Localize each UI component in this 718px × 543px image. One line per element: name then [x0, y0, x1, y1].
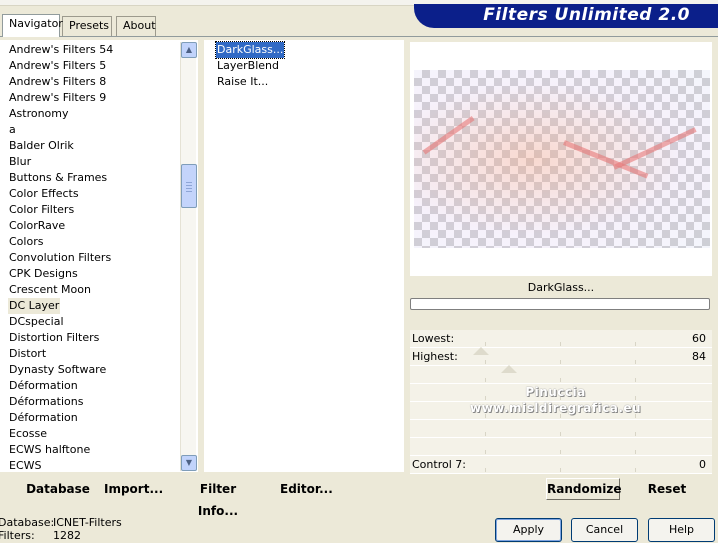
category-item[interactable]: Distortion Filters [8, 330, 100, 346]
watermark-line-2: www.misldiregrafica.eu [470, 401, 642, 415]
selected-filter-label: DarkGlass... [527, 281, 595, 294]
category-item[interactable]: Déformation [8, 410, 79, 426]
filter-item[interactable]: DarkGlass... [214, 41, 286, 59]
status-info: Database:ICNET-Filters Filters: 1282 [0, 516, 122, 542]
category-item[interactable]: DCspecial [8, 314, 65, 330]
slider-row[interactable] [410, 366, 712, 384]
database-value: ICNET-Filters [53, 516, 122, 529]
progress-bar [410, 298, 710, 310]
category-item[interactable]: ECWS [8, 458, 43, 472]
slider-marker[interactable] [501, 365, 517, 373]
filters-count-label: Filters: [0, 529, 35, 542]
filter-settings-area: DarkGlass... Control 7: 0 Highest: 84 Lowest… [406, 40, 712, 502]
watermark-text: Pinuccia www.misldiregrafica.eu [470, 384, 641, 416]
category-item[interactable]: Andrew's Filters 9 [8, 90, 107, 106]
category-scrollbar[interactable]: ▲ ▼ [180, 42, 197, 471]
watermark-line-1: Pinuccia [525, 385, 586, 399]
database-label: Database: [0, 516, 55, 529]
slider-marker[interactable] [473, 347, 489, 355]
cancel-button[interactable]: Cancel [571, 518, 638, 542]
filter-item[interactable]: Raise It... [216, 74, 269, 90]
filter-info-button[interactable]: Filter Info... [182, 478, 254, 518]
randomize-button[interactable]: Randomize [546, 478, 621, 500]
slider-label: Control 7: [412, 458, 466, 471]
filters-count-value: 1282 [53, 529, 81, 542]
category-item[interactable]: Crescent Moon [8, 282, 92, 298]
slider-value: 84 [692, 350, 706, 363]
category-item[interactable]: Color Filters [8, 202, 75, 218]
slider-controls: Control 7: 0 Highest: 84 Lowest: 60 Pinuccia … [410, 330, 712, 474]
category-item[interactable]: Blur [8, 154, 32, 170]
slider-row[interactable] [410, 420, 712, 438]
category-item[interactable]: Distort [8, 346, 47, 362]
slider-row[interactable]: Lowest: 60 [410, 330, 712, 355]
category-item[interactable]: Déformations [8, 394, 84, 410]
slider-row[interactable]: Highest: 84 [410, 348, 712, 373]
category-item[interactable]: a [8, 122, 17, 138]
category-item[interactable]: Andrew's Filters 5 [8, 58, 107, 74]
banner-title: Filters Unlimited 2.0 [483, 5, 690, 25]
tab-presets[interactable]: Presets [62, 16, 112, 36]
slider-label: Lowest: [412, 332, 455, 345]
category-item[interactable]: Andrew's Filters 54 [8, 42, 114, 58]
preview-image [414, 70, 710, 248]
category-item[interactable]: Ecosse [8, 426, 48, 442]
filter-list[interactable]: DarkGlass... LayerBlend Raise It... [204, 40, 404, 472]
category-item[interactable]: Déformation [8, 378, 79, 394]
slider-row[interactable] [410, 438, 712, 456]
category-item[interactable]: Convolution Filters [8, 250, 112, 266]
filter-item[interactable]: LayerBlend [216, 58, 280, 74]
filters-unlimited-banner: Filters Unlimited 2.0 [414, 4, 718, 28]
apply-button[interactable]: Apply [495, 518, 562, 542]
category-item[interactable]: Dynasty Software [8, 362, 107, 378]
category-list[interactable]: Andrew's Filters 54 Andrew's Filters 5 And… [0, 40, 198, 472]
scroll-down-icon[interactable]: ▼ [181, 455, 197, 471]
preview-frame [410, 42, 712, 276]
tab-about[interactable]: About [116, 16, 156, 36]
category-item[interactable]: DC Layer [8, 298, 61, 314]
slider-label: Highest: [412, 350, 458, 363]
database-button[interactable]: Database [12, 478, 104, 500]
category-item[interactable]: ColorRave [8, 218, 66, 234]
scroll-up-icon[interactable]: ▲ [181, 42, 197, 58]
category-item[interactable]: ECWS halftone [8, 442, 91, 458]
toolbar-row: Database Import... Filter Info... Editor… [0, 476, 718, 518]
category-item[interactable]: Astronomy [8, 106, 70, 122]
category-item[interactable]: Color Effects [8, 186, 80, 202]
slider-row[interactable]: Control 7: 0 [410, 456, 712, 474]
slider-value: 60 [692, 332, 706, 345]
category-item[interactable]: Andrew's Filters 8 [8, 74, 107, 90]
category-item[interactable]: Colors [8, 234, 44, 250]
category-item[interactable]: Buttons & Frames [8, 170, 108, 186]
reset-button[interactable]: Reset [634, 478, 700, 500]
editor-button[interactable]: Editor... [280, 478, 333, 500]
category-item[interactable]: Balder Olrik [8, 138, 75, 154]
category-item[interactable]: CPK Designs [8, 266, 79, 282]
import-button[interactable]: Import... [104, 478, 163, 500]
help-button[interactable]: Help [648, 518, 715, 542]
scroll-thumb[interactable] [181, 164, 197, 208]
tab-navigator[interactable]: Navigator [2, 14, 63, 37]
slider-value: 0 [699, 458, 706, 471]
